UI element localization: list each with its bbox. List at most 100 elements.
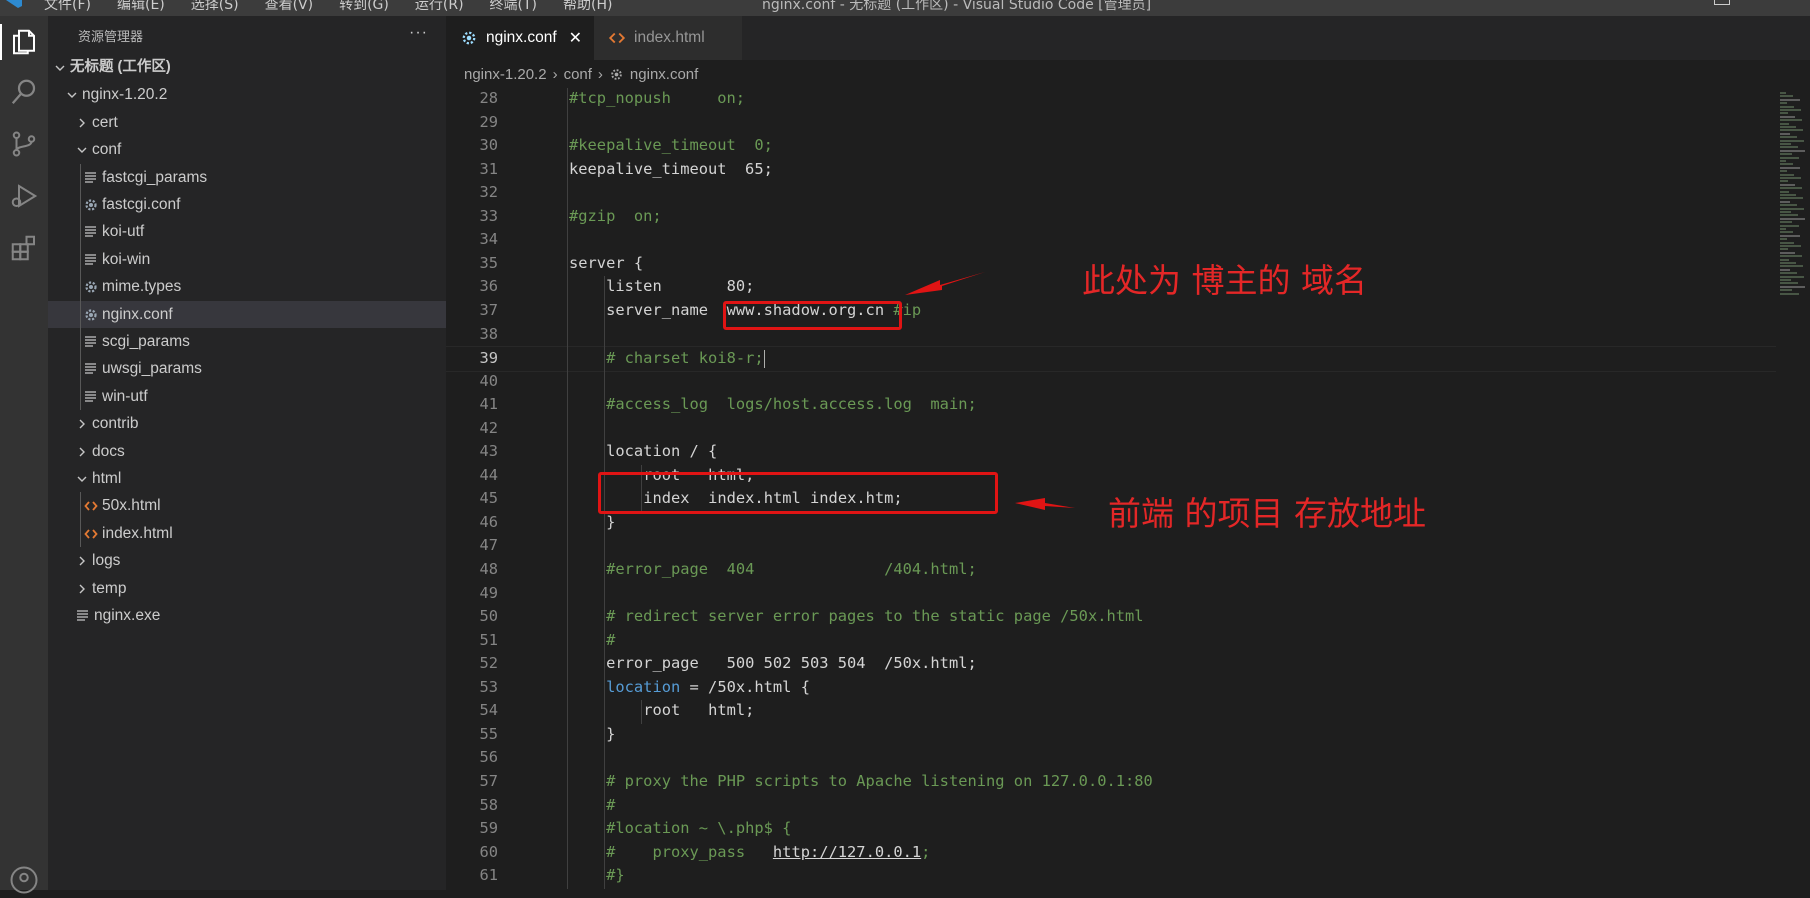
tree-item-label: uwsgi_params <box>102 360 202 378</box>
menu-item[interactable]: 帮助(H) <box>563 0 612 14</box>
tab-nginx-conf[interactable]: nginx.conf ✕ <box>446 16 594 60</box>
file-lines-icon <box>76 602 92 629</box>
code-line[interactable]: 50 # redirect server error pages to the s… <box>446 605 1776 629</box>
minimap[interactable] <box>1776 88 1810 890</box>
chevron-down-icon[interactable] <box>54 54 68 81</box>
code-line[interactable]: 43 location / { <box>446 440 1776 464</box>
code-line[interactable]: 60 # proxy_pass http://127.0.0.1; <box>446 841 1776 865</box>
tree-file[interactable]: fastcgi.conf <box>48 191 446 218</box>
code-line[interactable]: 61 #} <box>446 864 1776 888</box>
line-number: 28 <box>479 89 498 107</box>
menu-item[interactable]: 编辑(E) <box>117 0 165 14</box>
tree-file[interactable]: win-utf <box>48 383 446 410</box>
tree-folder[interactable]: contrib <box>48 410 446 437</box>
code-link[interactable]: http://127.0.0.1 <box>773 843 921 861</box>
minimap-line <box>1780 129 1803 132</box>
tree-file[interactable]: koi-utf <box>48 218 446 245</box>
line-number: 47 <box>479 536 498 555</box>
menu-item[interactable]: 终端(T) <box>490 0 537 14</box>
breadcrumb-item[interactable]: conf <box>564 66 592 83</box>
search-icon[interactable] <box>6 74 42 110</box>
close-tab-button[interactable]: ✕ <box>569 28 582 48</box>
more-actions-button[interactable]: ··· <box>409 24 428 42</box>
chevron-right-icon[interactable] <box>76 410 90 437</box>
code-line[interactable]: 42 <box>446 417 1776 441</box>
tree-file[interactable]: scgi_params <box>48 328 446 355</box>
restore-window-button[interactable] <box>1714 0 1730 5</box>
menu-item[interactable]: 文件(F) <box>44 0 91 14</box>
code-token: # <box>606 630 616 649</box>
minimap-line <box>1780 245 1801 247</box>
code-line[interactable]: 37 server_name www.shadow.org.cn #ip <box>446 299 1776 323</box>
line-number: 30 <box>479 136 498 155</box>
menu-item[interactable]: 选择(S) <box>191 0 239 14</box>
tree-folder[interactable]: conf <box>48 136 446 163</box>
tree-folder[interactable]: 无标题 (工作区) <box>48 54 446 81</box>
minimap-line <box>1780 163 1793 166</box>
file-lines-icon <box>84 355 100 382</box>
code-line[interactable]: 55} <box>446 723 1776 747</box>
chevron-right-icon[interactable] <box>76 438 90 465</box>
tree-folder[interactable]: cert <box>48 109 446 136</box>
chevron-down-icon[interactable] <box>66 81 80 108</box>
run-debug-icon[interactable] <box>6 178 42 214</box>
tab-index-html[interactable]: index.html <box>594 16 742 60</box>
tree-file[interactable]: 50x.html <box>48 492 446 519</box>
tree-file[interactable]: nginx.exe <box>48 602 446 629</box>
extensions-icon[interactable] <box>6 230 42 266</box>
code-line[interactable]: 32 <box>446 181 1776 205</box>
code-line[interactable]: 28 #tcp_nopush on; <box>446 88 1776 111</box>
chevron-right-icon[interactable] <box>76 109 90 136</box>
explorer-icon[interactable] <box>0 24 42 60</box>
code-line[interactable]: 41 #access_log logs/host.access.log main; <box>446 393 1776 417</box>
menu-item[interactable]: 转到(G) <box>339 0 389 14</box>
chevron-down-icon[interactable] <box>76 465 90 492</box>
tree-file[interactable]: index.html <box>48 520 446 547</box>
code-line[interactable]: 57 # proxy the PHP scripts to Apache list… <box>446 770 1776 794</box>
chevron-right-icon[interactable] <box>76 547 90 574</box>
code-line[interactable]: 47 <box>446 534 1776 558</box>
code-line[interactable]: 53 location = /50x.html { <box>446 676 1776 700</box>
code-line[interactable]: 58 # <box>446 794 1776 818</box>
code-line[interactable]: 31 keepalive_timeout 65; <box>446 158 1776 182</box>
code-line[interactable]: 30 #keepalive_timeout 0; <box>446 134 1776 158</box>
code-line[interactable]: 33 #gzip on; <box>446 205 1776 229</box>
code-line[interactable]: 40 <box>446 370 1776 394</box>
tree-folder[interactable]: html <box>48 465 446 492</box>
code-line[interactable]: 54 root html; <box>446 699 1776 723</box>
chevron-down-icon[interactable] <box>76 136 90 163</box>
code-line[interactable]: 59 #location ~ \.php$ { <box>446 817 1776 841</box>
code-text: keepalive_timeout 65; <box>569 158 773 182</box>
tree-file[interactable]: koi-win <box>48 246 446 273</box>
tree-folder[interactable]: temp <box>48 575 446 602</box>
tree-folder[interactable]: logs <box>48 547 446 574</box>
tree-file[interactable]: uwsgi_params <box>48 355 446 382</box>
code-line[interactable]: 38 <box>446 323 1776 347</box>
code-line[interactable]: 49 <box>446 582 1776 606</box>
code-line[interactable]: 29 <box>446 111 1776 135</box>
line-number: 41 <box>479 395 498 414</box>
tree-file[interactable]: fastcgi_params <box>48 164 446 191</box>
tree-file[interactable]: mime.types <box>48 273 446 300</box>
source-control-icon[interactable] <box>6 126 42 162</box>
tree-folder[interactable]: nginx-1.20.2 <box>48 81 446 108</box>
code-line[interactable]: 39 # charset koi8-r; <box>446 346 1776 372</box>
code-line[interactable]: 56 <box>446 746 1776 770</box>
code-line[interactable]: 52 error_page 500 502 503 504 /50x.html; <box>446 652 1776 676</box>
code-line[interactable]: 48 #error_page 404 /404.html; <box>446 558 1776 582</box>
breadcrumb-item[interactable]: nginx.conf <box>630 66 698 83</box>
tree-item-label: mime.types <box>102 278 182 296</box>
breadcrumb-item[interactable]: nginx-1.20.2 <box>464 66 547 83</box>
minimap-line <box>1780 160 1786 162</box>
minimap-line <box>1780 204 1797 207</box>
tree-file[interactable]: nginx.conf <box>48 300 446 328</box>
chevron-right-icon[interactable] <box>76 575 90 602</box>
line-number: 29 <box>479 112 498 131</box>
tree-folder[interactable]: docs <box>48 438 446 465</box>
menu-item[interactable]: 运行(R) <box>415 0 464 14</box>
accounts-icon[interactable] <box>6 862 42 898</box>
code-line[interactable]: 51 # <box>446 629 1776 653</box>
code-line[interactable]: 34 <box>446 228 1776 252</box>
menu-item[interactable]: 查看(V) <box>265 0 314 14</box>
code-token: # <box>606 795 616 814</box>
